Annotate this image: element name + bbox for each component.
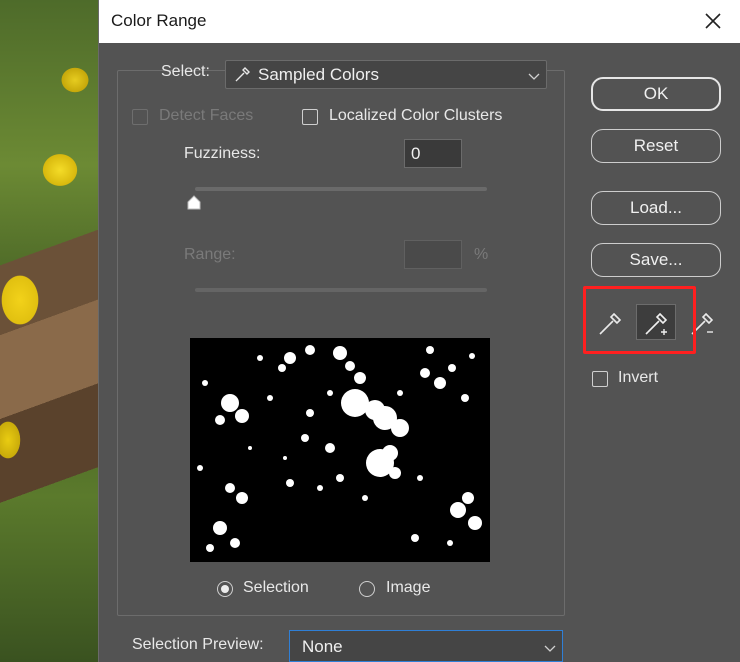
localized-clusters-label: Localized Color Clusters: [329, 107, 503, 124]
selection-preview-value: None: [302, 637, 343, 656]
select-label: Select:: [161, 63, 210, 80]
background-photo: [0, 0, 100, 662]
load-button[interactable]: Load...: [591, 191, 721, 225]
mask-preview: [197, 345, 482, 552]
range-input[interactable]: [404, 240, 462, 269]
selection-radio-label: Selection: [243, 579, 309, 596]
close-button[interactable]: [697, 6, 729, 36]
reset-button[interactable]: Reset: [591, 129, 721, 163]
selection-radio[interactable]: [217, 581, 233, 597]
color-range-dialog: Color Range Select: Sampled Colors Detec…: [98, 0, 740, 662]
invert-label: Invert: [618, 369, 659, 386]
image-radio[interactable]: [359, 581, 375, 597]
ok-button[interactable]: OK: [591, 77, 721, 111]
eyedropper-icon: [234, 65, 252, 88]
image-radio-label: Image: [386, 579, 431, 596]
tool-highlight: [583, 286, 696, 354]
detect-faces-checkbox[interactable]: [132, 109, 148, 125]
close-icon: [705, 13, 721, 29]
save-button[interactable]: Save...: [591, 243, 721, 277]
selection-preview-label: Selection Preview:: [132, 636, 264, 653]
fuzziness-input[interactable]: 0: [404, 139, 462, 168]
chevron-down-icon: [544, 640, 556, 658]
chevron-down-icon: [528, 68, 540, 86]
select-dropdown[interactable]: Sampled Colors: [225, 60, 547, 89]
fuzziness-slider-thumb[interactable]: [186, 195, 202, 216]
title-bar: Color Range: [99, 0, 740, 43]
fuzziness-label: Fuzziness:: [184, 145, 261, 162]
selection-preview-dropdown[interactable]: None: [289, 630, 563, 662]
select-value: Sampled Colors: [258, 65, 379, 84]
invert-checkbox[interactable]: [592, 371, 608, 387]
selection-preview-image: [190, 338, 490, 562]
localized-clusters-checkbox[interactable]: [302, 109, 318, 125]
dialog-title: Color Range: [111, 11, 207, 30]
fuzziness-slider-track[interactable]: [195, 187, 487, 191]
range-slider-track: [195, 288, 487, 292]
detect-faces-label: Detect Faces: [159, 107, 254, 124]
range-label: Range:: [184, 246, 236, 263]
range-unit: %: [474, 246, 489, 263]
